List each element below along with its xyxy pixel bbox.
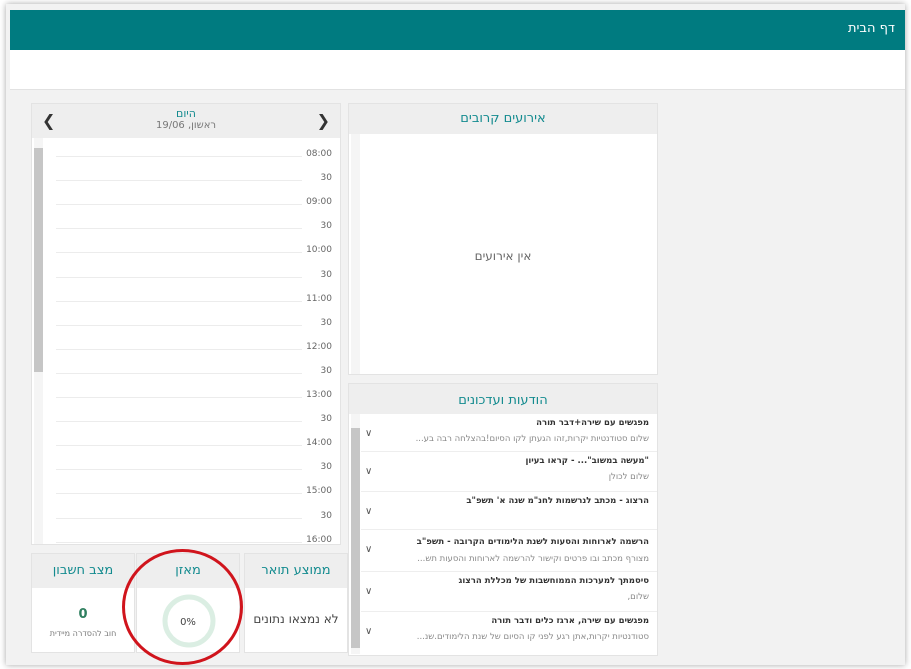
time-slot[interactable]: 11:00 <box>56 290 340 312</box>
message-item[interactable]: ∨ "מעשה במשוב"... - קראו בעיון שלום לכול… <box>361 452 657 492</box>
time-slot[interactable]: 16:00 <box>56 531 340 553</box>
time-slot-label: 30 <box>320 510 332 521</box>
degree-average-value: לא נמצאו נתונים <box>253 612 339 626</box>
time-slot-line <box>56 421 302 423</box>
time-slot-label: 14:00 <box>306 438 332 449</box>
calendar-date: ראשון, 19/06 <box>155 120 217 131</box>
message-title: הרשמה לארוחות והסעות לשנת הלימודים הקרוב… <box>416 537 649 547</box>
events-empty-message: אין אירועים <box>474 249 532 263</box>
secondary-bar <box>10 50 905 90</box>
time-slot-line <box>56 228 302 230</box>
calendar-today-label: היום <box>176 107 196 120</box>
messages-scroll-thumb[interactable] <box>351 428 360 648</box>
message-title: הרצוג - מכתב לנרשמות לחנ"מ שנה א' תשפ"ב <box>466 496 649 506</box>
time-slot-label: 10:00 <box>306 245 332 256</box>
chevron-down-icon[interactable]: ∨ <box>365 428 372 439</box>
time-slot-line <box>56 469 302 471</box>
message-body: סטודנטיות יקרות,אתן רגע לפני קו הסיום של… <box>416 632 649 642</box>
time-slot[interactable]: 14:00 <box>56 434 340 456</box>
degree-average-title: ממוצע תואר <box>245 554 347 588</box>
time-slot-line <box>56 204 302 206</box>
time-slot-line <box>56 180 302 182</box>
time-slot[interactable]: 30 <box>56 266 340 288</box>
time-slot-label: 11:00 <box>306 293 332 304</box>
time-slot[interactable]: 30 <box>56 314 340 336</box>
account-status-card[interactable]: מצב חשבון 0 חוב להסדרה מיידית <box>31 553 135 653</box>
chevron-down-icon[interactable]: ∨ <box>365 626 372 637</box>
time-slot-label: 30 <box>320 414 332 425</box>
time-slot[interactable]: 30 <box>56 169 340 191</box>
degree-average-card[interactable]: ממוצע תואר לא נמצאו נתונים <box>244 553 348 653</box>
time-slot-label: 13:00 <box>306 390 332 400</box>
message-body: שלום סטודנטיות יקרות,זהו הגעתן לקו הסיום… <box>415 434 649 444</box>
time-slot[interactable]: 09:00 <box>56 193 340 215</box>
message-item[interactable]: ∨ הרשמה לארוחות והסעות לשנת הלימודים הקר… <box>361 530 657 572</box>
time-slot-label: 30 <box>320 317 332 328</box>
message-item[interactable]: ∨ סיסמתך למערכות הממוחשבות של מכללת הרצו… <box>361 572 657 612</box>
time-slot[interactable]: 15:00 <box>56 482 340 504</box>
time-slot-label: 16:00 <box>306 534 332 545</box>
time-slot-line <box>56 397 302 398</box>
time-slot-label: 30 <box>320 365 332 376</box>
time-slot-line <box>56 445 302 447</box>
account-status-title: מצב חשבון <box>32 554 134 588</box>
time-slot[interactable]: 30 <box>56 507 340 529</box>
time-slot[interactable]: 08:00 <box>56 145 340 167</box>
message-title: מפגשים עם שירה, ארגז כלים ודבר תורה <box>491 616 649 626</box>
messages-title: הודעות ועדכונים <box>349 384 657 414</box>
message-item[interactable]: ∨ הרצוג - מכתב לנרשמות לחנ"מ שנה א' תשפ"… <box>361 492 657 530</box>
chevron-down-icon[interactable]: ∨ <box>365 586 372 597</box>
time-slot-line <box>56 156 302 157</box>
message-body: שלום לכולן <box>608 472 649 482</box>
message-title: "מעשה במשוב"... - קראו בעיון <box>525 456 649 466</box>
time-slot[interactable]: 30 <box>56 458 340 480</box>
message-body: שלום, <box>627 592 649 602</box>
time-slot[interactable]: 30 <box>56 410 340 432</box>
page-title: דף הבית <box>847 21 895 36</box>
time-slot-line <box>56 493 302 495</box>
messages-panel: הודעות ועדכונים ∨ מפגשים עם שירה+דבר תור… <box>348 383 658 656</box>
time-slot-line <box>56 276 302 278</box>
chevron-down-icon[interactable]: ∨ <box>365 506 372 517</box>
time-slot-label: 09:00 <box>306 197 332 208</box>
time-slot-label: 12:00 <box>306 341 332 352</box>
chevron-down-icon[interactable]: ∨ <box>365 466 372 477</box>
time-slot[interactable]: 12:00 <box>56 338 340 360</box>
upcoming-events-panel: אירועים קרובים אין אירועים <box>348 103 658 375</box>
time-slot-line <box>56 324 302 326</box>
time-slot-label: 08:00 <box>306 149 332 159</box>
chevron-right-icon[interactable]: ❯ <box>317 111 330 130</box>
account-status-note: חוב להסדרה מיידית <box>49 629 117 638</box>
time-slot[interactable]: 30 <box>56 362 340 384</box>
time-slot-label: 30 <box>320 269 332 280</box>
message-title: סיסמתך למערכות הממוחשבות של מכללת הרצוג <box>458 576 649 586</box>
time-slot-label: 30 <box>320 173 332 184</box>
calendar-header: ❮ היום ראשון, 19/06 ❯ <box>32 104 340 138</box>
calendar-scroll-thumb[interactable] <box>34 148 43 372</box>
time-slot[interactable]: 10:00 <box>56 241 340 263</box>
time-slot[interactable]: 13:00 <box>56 386 340 408</box>
time-slot-line <box>56 348 302 350</box>
time-slot-line <box>56 372 302 374</box>
events-title: אירועים קרובים <box>349 104 657 134</box>
time-slot-label: 30 <box>320 462 332 473</box>
time-slot-line <box>56 300 302 302</box>
message-title: מפגשים עם שירה+דבר תורה <box>536 418 649 428</box>
message-item[interactable]: ∨ מפגשים עם שירה+דבר תורה שלום סטודנטיות… <box>361 414 657 452</box>
top-bar: דף הבית <box>10 10 905 50</box>
time-slot-line <box>56 252 302 254</box>
message-body: מצורף מכתב ובו פרטים וקישור להרשמה לארוח… <box>417 554 649 564</box>
time-slot-label: 30 <box>320 221 332 232</box>
time-slot-line <box>56 541 302 543</box>
time-slot-line <box>56 517 302 519</box>
account-status-value: 0 <box>78 607 88 622</box>
message-item[interactable]: ∨ מפגשים עם שירה, ארגז כלים ודבר תורה סט… <box>361 612 657 655</box>
chevron-down-icon[interactable]: ∨ <box>365 544 372 555</box>
highlight-circle-annotation <box>122 549 243 665</box>
time-slot-label: 15:00 <box>306 486 332 497</box>
time-slot[interactable]: 30 <box>56 217 340 239</box>
day-calendar-panel: ❮ היום ראשון, 19/06 ❯ 08:00 30 09:00 30 10:0… <box>31 103 341 545</box>
